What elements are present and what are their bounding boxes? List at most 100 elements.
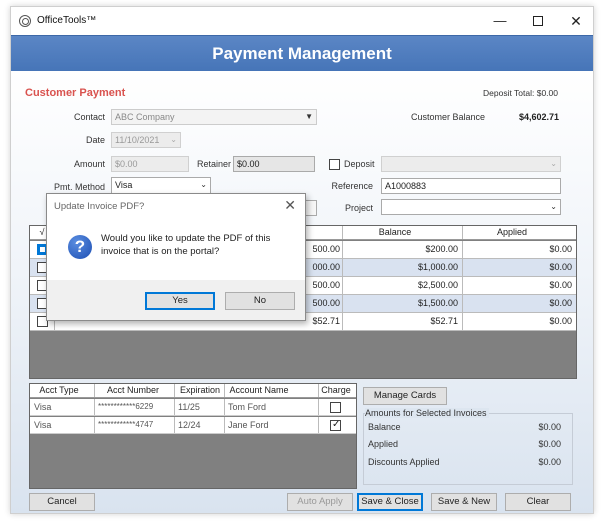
acct-type-cell: Visa (34, 402, 52, 412)
dialog-title: Update Invoice PDF? (54, 201, 145, 212)
app-logo-icon (19, 15, 31, 27)
acct-type-column-header: Acct Type (39, 385, 79, 395)
deposit-account-select[interactable]: ⌄ (381, 156, 561, 172)
project-label: Project (344, 203, 373, 213)
retainer-field[interactable]: $0.00 (233, 156, 315, 172)
clear-button[interactable]: Clear (505, 493, 571, 511)
balance-column-header: Balance (378, 227, 412, 237)
charge-checkbox[interactable]: ✓ (330, 419, 341, 431)
account-row[interactable]: Visa ************4747 12/24 Jane Ford ✓ (30, 417, 356, 434)
contact-label: Contact (73, 112, 105, 122)
column-divider (342, 295, 343, 312)
page-header: Payment Management (11, 35, 593, 71)
column-divider (462, 313, 463, 330)
dialog-close-button[interactable]: ✕ (284, 197, 296, 214)
acct-number-column-header: Acct Number (106, 385, 159, 395)
balance-cell: $1,500.00 (417, 298, 458, 308)
amounts-panel-title: Amounts for Selected Invoices (365, 408, 489, 418)
applied-cell[interactable]: $0.00 (470, 316, 572, 326)
dialog-message: Would you like to update the PDF of this… (101, 233, 271, 257)
expiration-cell: 11/25 (178, 402, 200, 412)
column-divider (224, 399, 225, 415)
column-divider (462, 295, 463, 312)
amount-field[interactable]: $0.00 (111, 156, 189, 172)
applied-cell[interactable]: $0.00 (470, 280, 572, 290)
title-bar: OfficeTools™ — ✕ (11, 7, 593, 35)
reference-field[interactable]: A1000883 (381, 178, 561, 194)
amount-label: Amount (73, 159, 105, 169)
close-window-button[interactable]: ✕ (561, 11, 591, 31)
amounts-balance-label: Balance (368, 422, 401, 432)
contact-select[interactable]: ABC Company ▼ (111, 109, 317, 125)
accounts-grid: Acct Type Acct Number Expiration Account… (29, 383, 357, 489)
column-divider (342, 313, 343, 330)
column-divider (462, 241, 463, 258)
pmt-method-label: Pmt. Method (53, 182, 105, 192)
no-button[interactable]: No (225, 292, 295, 310)
save-new-button[interactable]: Save & New (431, 493, 497, 511)
chevron-down-icon: ⌄ (550, 159, 557, 168)
account-row[interactable]: Visa ************6229 11/25 Tom Ford (30, 399, 356, 416)
expiration-cell: 12/24 (178, 420, 201, 430)
save-close-button[interactable]: Save & Close (357, 493, 423, 511)
pmt-method-select[interactable]: Visa ⌄ (111, 177, 211, 194)
acct-number-cell: ************6229 (98, 402, 154, 411)
deposit-checkbox[interactable] (329, 159, 340, 170)
charge-column-header: Charge (321, 385, 351, 395)
deposit-total: Deposit Total: $0.00 (483, 88, 558, 98)
column-divider (224, 417, 225, 433)
balance-cell: $2,500.00 (417, 280, 458, 290)
manage-cards-button[interactable]: Manage Cards (363, 387, 447, 405)
applied-cell[interactable]: $0.00 (470, 244, 572, 254)
maximize-button[interactable] (523, 11, 553, 31)
minimize-button[interactable]: — (485, 11, 515, 31)
applied-cell[interactable]: $0.00 (470, 298, 572, 308)
project-select[interactable]: ⌄ (381, 199, 561, 215)
amounts-discounts-value: $0.00 (538, 457, 561, 467)
date-value: 11/10/2021 (115, 135, 160, 145)
yes-button[interactable]: Yes (145, 292, 215, 310)
app-title: OfficeTools™ (37, 15, 97, 26)
acct-type-cell: Visa (34, 420, 52, 430)
section-title: Customer Payment (25, 87, 126, 99)
amounts-applied-value: $0.00 (538, 439, 561, 449)
checkmark-icon: ✓ (332, 419, 341, 430)
column-divider (174, 384, 175, 397)
column-divider (342, 241, 343, 258)
dialog-footer: Yes No (47, 280, 305, 320)
balance-cell: $200.00 (425, 244, 458, 254)
auto-apply-button[interactable]: Auto Apply (287, 493, 353, 511)
column-divider (318, 384, 319, 397)
column-divider (174, 399, 175, 415)
column-divider (462, 277, 463, 294)
column-divider (342, 259, 343, 276)
date-label: Date (85, 135, 105, 145)
column-divider (342, 226, 343, 239)
amounts-applied-label: Applied (368, 439, 399, 449)
chevron-down-icon: ⌄ (170, 135, 177, 144)
amounts-balance-value: $0.00 (538, 422, 561, 432)
page-title: Payment Management (212, 44, 392, 63)
applied-cell[interactable]: $0.00 (470, 262, 572, 272)
account-name-cell: Tom Ford (228, 402, 267, 412)
update-pdf-dialog: Update Invoice PDF? ✕ ? Would you like t… (46, 193, 306, 321)
reference-label: Reference (331, 181, 373, 191)
account-name-cell: Jane Ford (228, 420, 269, 430)
column-divider (318, 417, 319, 433)
column-divider (94, 399, 95, 415)
applied-column-header: Applied (496, 227, 528, 237)
chevron-down-icon: ⌄ (200, 180, 207, 189)
column-divider (462, 226, 463, 239)
acct-number-cell: ************4747 (98, 420, 154, 429)
column-divider (174, 417, 175, 433)
column-divider (462, 259, 463, 276)
question-icon: ? (68, 235, 92, 259)
cancel-button[interactable]: Cancel (29, 493, 95, 511)
expiration-column-header: Expiration (179, 385, 221, 395)
charge-checkbox[interactable] (330, 402, 341, 413)
contact-value: ABC Company (115, 112, 175, 122)
chevron-down-icon: ▼ (305, 112, 313, 121)
date-picker[interactable]: 11/10/2021 ⌄ (111, 132, 181, 148)
amounts-discounts-label: Discounts Applied (368, 457, 440, 467)
column-divider (94, 384, 95, 397)
